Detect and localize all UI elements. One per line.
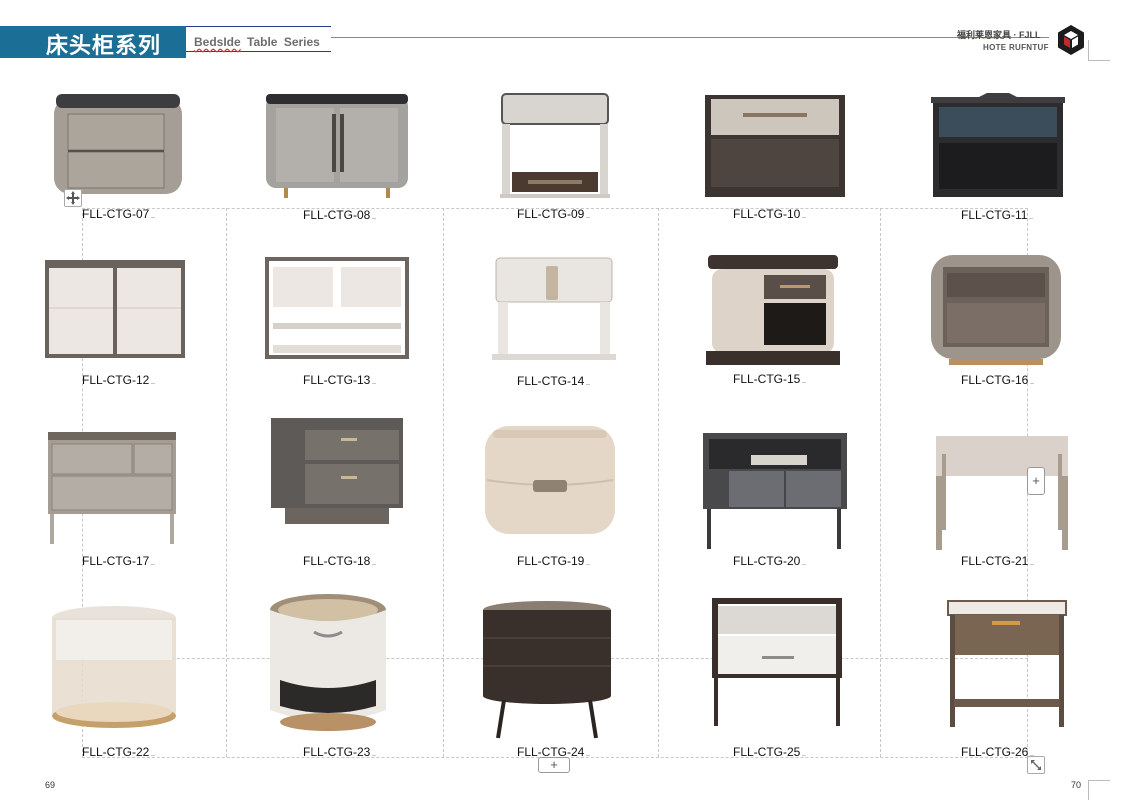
product-image-nightstand <box>271 418 403 524</box>
product-image-nightstand <box>936 436 1068 550</box>
page-number-left: 69 <box>45 780 56 790</box>
product-code: FLL-CTG-26 <box>961 745 1034 759</box>
plus-icon: + <box>550 757 558 772</box>
product-code: FLL-CTG-09 <box>517 207 590 221</box>
product-code: FLL-CTG-21 <box>961 554 1034 568</box>
product-image-nightstand <box>54 94 182 194</box>
product-code: FLL-CTG-07 <box>82 207 155 221</box>
plus-icon: + <box>1032 473 1040 488</box>
move-handle[interactable] <box>64 189 82 207</box>
add-row-button[interactable]: + <box>538 757 570 773</box>
product-code: FLL-CTG-18 <box>303 554 376 568</box>
product-image-nightstand <box>270 594 386 731</box>
resize-diagonal-icon <box>1031 760 1041 770</box>
product-code: FLL-CTG-11 <box>961 208 1033 222</box>
product-code: FLL-CTG-10 <box>733 207 806 221</box>
header-rule <box>331 37 1049 38</box>
product-code: FLL-CTG-12 <box>82 373 155 387</box>
page-subtitle: BedsIde Table Series <box>194 35 320 49</box>
move-arrows-icon <box>66 191 80 205</box>
product-image-nightstand <box>492 257 616 360</box>
layout-guide <box>226 208 227 757</box>
product-image-nightstand <box>45 260 185 358</box>
product-image-nightstand <box>931 255 1061 365</box>
product-image-nightstand <box>931 93 1065 197</box>
brand-name-cn: 福利莱恩家具 · FJLL <box>957 30 1041 40</box>
product-image-nightstand <box>48 432 176 544</box>
crop-mark-top-right <box>1088 40 1110 61</box>
product-image-nightstand <box>485 426 615 534</box>
crop-mark-bottom-right <box>1088 780 1110 800</box>
product-image-nightstand <box>266 94 408 198</box>
product-code: FLL-CTG-17 <box>82 554 155 568</box>
product-code: FLL-CTG-13 <box>303 373 376 387</box>
product-code: FLL-CTG-20 <box>733 554 806 568</box>
product-image-nightstand <box>712 598 842 726</box>
add-column-button[interactable]: + <box>1027 467 1045 495</box>
page-number-right: 70 <box>1071 780 1082 790</box>
product-code: FLL-CTG-15 <box>733 372 806 386</box>
product-image-nightstand <box>705 95 845 197</box>
layout-guide <box>658 208 659 757</box>
product-code: FLL-CTG-19 <box>517 554 590 568</box>
product-image-nightstand <box>703 433 847 549</box>
product-code: FLL-CTG-08 <box>303 208 376 222</box>
product-image-nightstand <box>947 600 1067 727</box>
subtitle-word-spellcheck: BedsIde <box>194 35 241 49</box>
layout-guide <box>880 208 881 757</box>
resize-handle[interactable] <box>1027 756 1045 774</box>
product-code: FLL-CTG-25 <box>733 745 806 759</box>
product-image-nightstand <box>265 257 409 359</box>
brand-name-en: HOTE RUFNTUF <box>983 43 1049 52</box>
product-image-nightstand <box>706 255 840 365</box>
layout-guide <box>443 208 444 757</box>
product-code: FLL-CTG-16 <box>961 373 1034 387</box>
subtitle-rest: Table Series <box>247 35 320 49</box>
product-image-nightstand <box>500 93 610 198</box>
product-code: FLL-CTG-14 <box>517 374 590 388</box>
product-code: FLL-CTG-22 <box>82 745 155 759</box>
product-image-nightstand <box>483 601 611 739</box>
product-image-nightstand <box>52 606 176 728</box>
brand-logo-icon <box>1058 25 1084 55</box>
product-code: FLL-CTG-23 <box>303 745 376 759</box>
page-title: 床头柜系列 <box>46 34 162 59</box>
